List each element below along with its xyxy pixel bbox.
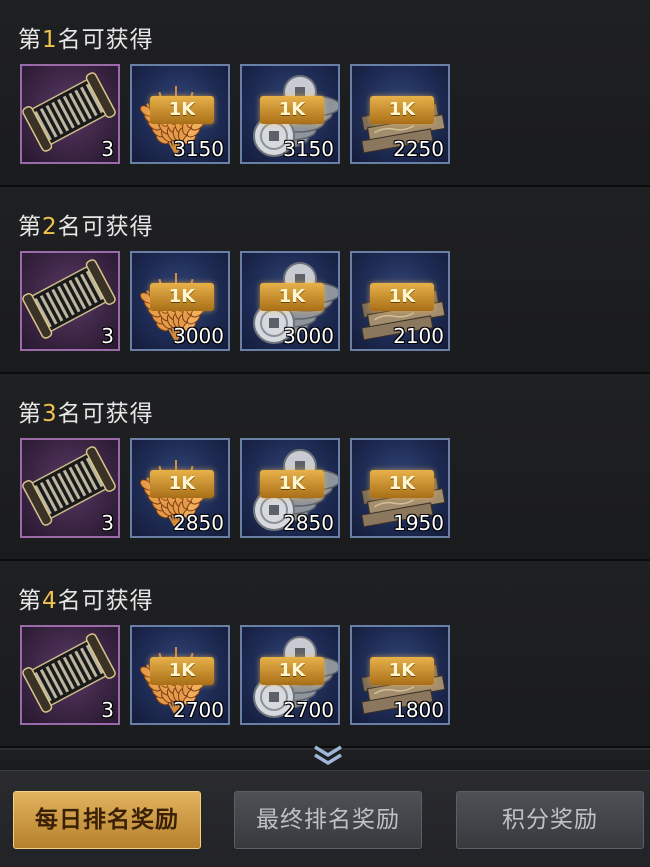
item-count: 2850 [283,511,334,535]
reward-item-cloth[interactable]: 1K 1950 [350,438,450,538]
amount-badge: 1K [370,283,434,311]
tab-bar: 每日排名奖励 最终排名奖励 积分奖励 [0,770,650,867]
item-count: 3 [101,324,114,348]
amount-badge: 1K [150,657,214,685]
reward-item-grain[interactable]: 1K 2700 [130,625,230,725]
rank-title: 第1名可获得 [18,27,154,53]
amount-badge: 1K [150,470,214,498]
item-count: 3 [101,137,114,161]
rank-number: 2 [42,214,58,240]
rank-title: 第4名可获得 [18,588,154,614]
reward-item-cloth[interactable]: 1K 2250 [350,64,450,164]
amount-badge: 1K [150,96,214,124]
tab-points-reward[interactable]: 积分奖励 [456,791,644,849]
reward-section-rank-4: 第4名可获得 3 1K 2700 1K 2700 1K 1800 [0,561,650,750]
amount-badge: 1K [260,657,324,685]
item-count: 3 [101,698,114,722]
reward-item-coins[interactable]: 1K 2850 [240,438,340,538]
amount-badge: 1K [260,470,324,498]
rank-number: 1 [42,27,58,53]
reward-item-grain[interactable]: 1K 3000 [130,251,230,351]
item-count: 3000 [283,324,334,348]
amount-badge: 1K [260,283,324,311]
reward-item-scroll[interactable]: 3 [20,64,120,164]
item-count: 3 [101,511,114,535]
reward-item-scroll[interactable]: 3 [20,438,120,538]
scroll-down-chevron-icon[interactable] [311,744,345,766]
amount-badge: 1K [260,96,324,124]
reward-item-cloth[interactable]: 1K 1800 [350,625,450,725]
reward-item-grain[interactable]: 1K 3150 [130,64,230,164]
item-count: 3000 [173,324,224,348]
amount-badge: 1K [370,657,434,685]
reward-section-rank-3: 第3名可获得 3 1K 2850 1K 2850 1K 1950 [0,374,650,563]
rank-number: 4 [42,588,58,614]
reward-section-rank-1: 第1名可获得 3 1K 3150 1K 3150 1K 2250 [0,0,650,189]
item-count: 3150 [283,137,334,161]
amount-badge: 1K [150,283,214,311]
tab-final-ranking-reward[interactable]: 最终排名奖励 [234,791,422,849]
item-count: 2250 [393,137,444,161]
amount-badge: 1K [370,470,434,498]
reward-item-grain[interactable]: 1K 2850 [130,438,230,538]
tab-daily-ranking-reward[interactable]: 每日排名奖励 [13,791,201,849]
reward-item-coins[interactable]: 1K 3000 [240,251,340,351]
item-count: 2700 [283,698,334,722]
amount-badge: 1K [370,96,434,124]
reward-item-scroll[interactable]: 3 [20,251,120,351]
reward-section-rank-2: 第2名可获得 3 1K 3000 1K 3000 1K 2100 [0,187,650,376]
reward-item-coins[interactable]: 1K 3150 [240,64,340,164]
item-count: 2850 [173,511,224,535]
reward-item-cloth[interactable]: 1K 2100 [350,251,450,351]
item-count: 2100 [393,324,444,348]
reward-item-scroll[interactable]: 3 [20,625,120,725]
rank-title: 第2名可获得 [18,214,154,240]
rank-number: 3 [42,401,58,427]
reward-list[interactable]: 第1名可获得 3 1K 3150 1K 3150 1K 2250 第2名可获得 … [0,0,650,760]
reward-item-coins[interactable]: 1K 2700 [240,625,340,725]
item-count: 1950 [393,511,444,535]
item-count: 1800 [393,698,444,722]
item-count: 2700 [173,698,224,722]
item-count: 3150 [173,137,224,161]
rank-title: 第3名可获得 [18,401,154,427]
